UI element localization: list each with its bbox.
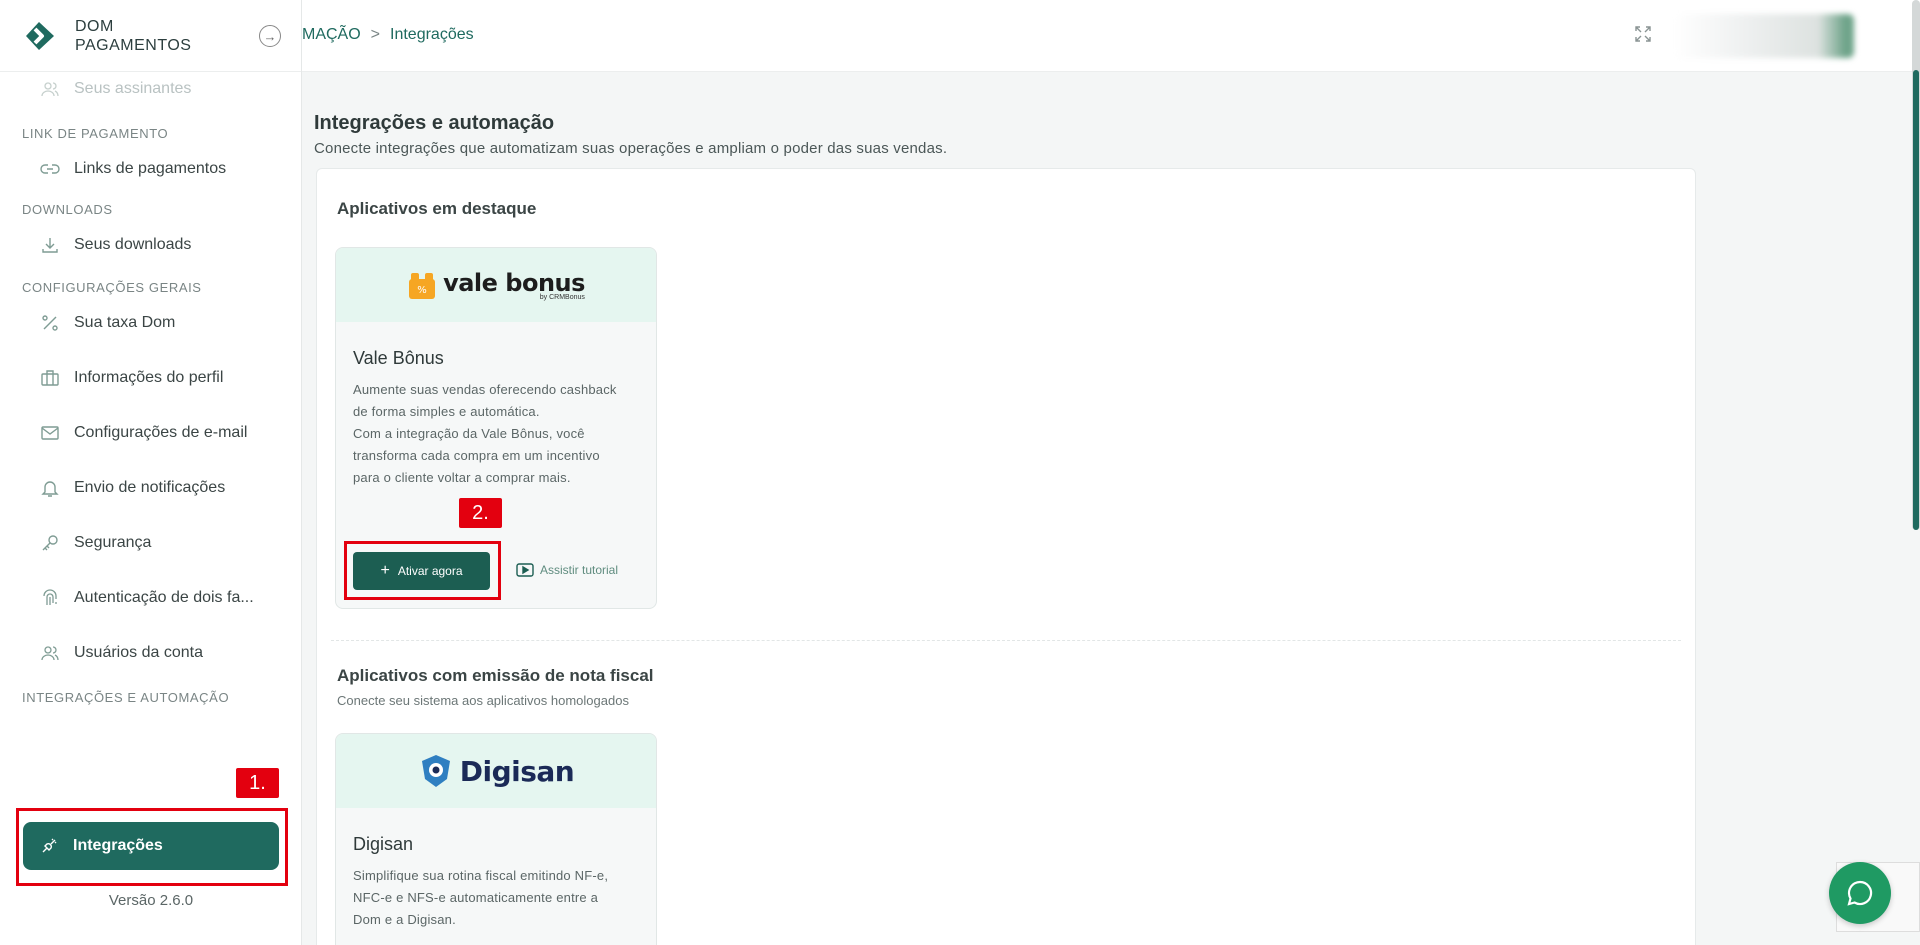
chat-button[interactable] xyxy=(1829,862,1891,924)
breadcrumb-current: Integrações xyxy=(390,26,474,43)
page-subtitle: Conecte integrações que automatizam suas… xyxy=(314,140,948,157)
section-divider xyxy=(331,640,1681,641)
sidebar-item-links-pagamentos[interactable]: Links de pagamentos xyxy=(0,141,301,196)
digisan-shield-icon xyxy=(421,755,450,787)
sidebar-item-seus-downloads[interactable]: Seus downloads xyxy=(0,217,301,272)
nav-section-title: DOWNLOADS xyxy=(22,202,113,217)
sidebar-item-seguranca[interactable]: Segurança xyxy=(0,515,301,570)
integrations-panel: Aplicativos em destaque % vale bonus by … xyxy=(316,168,1696,945)
digisan-logo: Digisan xyxy=(336,734,656,808)
digisan-logo-text: Digisan xyxy=(459,754,575,788)
sidebar-item-autenticacao-dois-fatores[interactable]: Autenticação de dois fa... xyxy=(0,570,301,625)
scrollbar-thumb[interactable] xyxy=(1913,70,1919,530)
sidebar: DOM PAGAMENTOS → Seus assinantes LINK DE… xyxy=(0,0,302,945)
percent-icon xyxy=(40,313,60,333)
fiscal-subtitle: Conecte seu sistema aos aplicativos homo… xyxy=(337,693,629,708)
topbar: MAÇÃO > Integrações xyxy=(302,0,1920,72)
sidebar-item-seus-assinantes[interactable]: Seus assinantes xyxy=(0,76,301,102)
featured-title: Aplicativos em destaque xyxy=(337,199,537,218)
card-description: Simplifique sua rotina fiscal emitindo N… xyxy=(353,868,609,927)
play-video-icon xyxy=(516,563,534,577)
sidebar-item-informacoes-perfil[interactable]: Informações do perfil xyxy=(0,350,301,405)
nav-section-title: LINK DE PAGAMENTO xyxy=(22,126,169,141)
integration-card-digisan: Digisan Digisan Simplifique sua rotina f… xyxy=(335,733,657,945)
annotation-box-2 xyxy=(344,541,501,600)
download-icon xyxy=(40,235,60,255)
sidebar-item-configuracoes-email[interactable]: Configurações de e-mail xyxy=(0,405,301,460)
vale-bonus-logo-text: vale bonus xyxy=(443,269,585,297)
mail-icon xyxy=(40,423,60,443)
collapse-sidebar-icon[interactable]: → xyxy=(259,25,281,47)
page-title: Integrações e automação xyxy=(314,112,555,134)
nav-section-title: INTEGRAÇÕES E AUTOMAÇÃO xyxy=(22,690,230,705)
sidebar-item-envio-notificacoes[interactable]: Envio de notificações xyxy=(0,460,301,515)
vale-bonus-logo-sub: by CRMBonus xyxy=(539,294,585,301)
sidebar-item-sua-taxa-dom[interactable]: Sua taxa Dom xyxy=(0,295,301,350)
svg-text:%: % xyxy=(417,285,427,296)
app-version: Versão 2.6.0 xyxy=(108,892,194,909)
breadcrumb-separator: > xyxy=(370,26,381,43)
breadcrumb: MAÇÃO > Integrações xyxy=(302,26,474,44)
card-name: Digisan xyxy=(353,834,414,854)
brand-name: DOM PAGAMENTOS xyxy=(75,17,192,54)
briefcase-icon xyxy=(40,368,60,388)
card-name: Vale Bônus xyxy=(353,348,444,368)
watch-tutorial-link[interactable]: Assistir tutorial xyxy=(516,563,618,577)
sidebar-nav: Seus assinantes LINK DE PAGAMENTO Links … xyxy=(0,72,301,705)
fiscal-title: Aplicativos com emissão de nota fiscal xyxy=(337,666,654,685)
fingerprint-icon xyxy=(40,588,60,608)
card-description: Aumente suas vendas oferecendo cashback … xyxy=(353,382,617,485)
annotation-box-1 xyxy=(16,808,288,886)
breadcrumb-parent[interactable]: MAÇÃO xyxy=(302,26,361,44)
bell-icon xyxy=(40,478,60,498)
vale-bonus-logo: % vale bonus by CRMBonus xyxy=(336,248,656,322)
chat-bubble-icon xyxy=(1847,880,1873,906)
gift-icon: % xyxy=(409,273,436,299)
users-icon xyxy=(40,79,60,99)
page-scrollbar[interactable] xyxy=(1912,0,1920,530)
brand[interactable]: DOM PAGAMENTOS → xyxy=(0,0,301,72)
users-icon xyxy=(40,643,60,663)
annotation-tag-2: 2. xyxy=(459,498,502,528)
dom-logo-icon xyxy=(22,18,58,54)
user-menu-avatar[interactable] xyxy=(1674,14,1854,58)
annotation-tag-1: 1. xyxy=(236,768,279,798)
link-icon xyxy=(40,159,60,179)
nav-section-title: CONFIGURAÇÕES GERAIS xyxy=(22,280,202,295)
key-icon xyxy=(40,533,60,553)
sidebar-item-usuarios-conta[interactable]: Usuários da conta xyxy=(0,625,301,680)
fullscreen-icon[interactable] xyxy=(1633,24,1653,44)
main-content: Integrações e automação Conecte integraç… xyxy=(302,72,1920,945)
